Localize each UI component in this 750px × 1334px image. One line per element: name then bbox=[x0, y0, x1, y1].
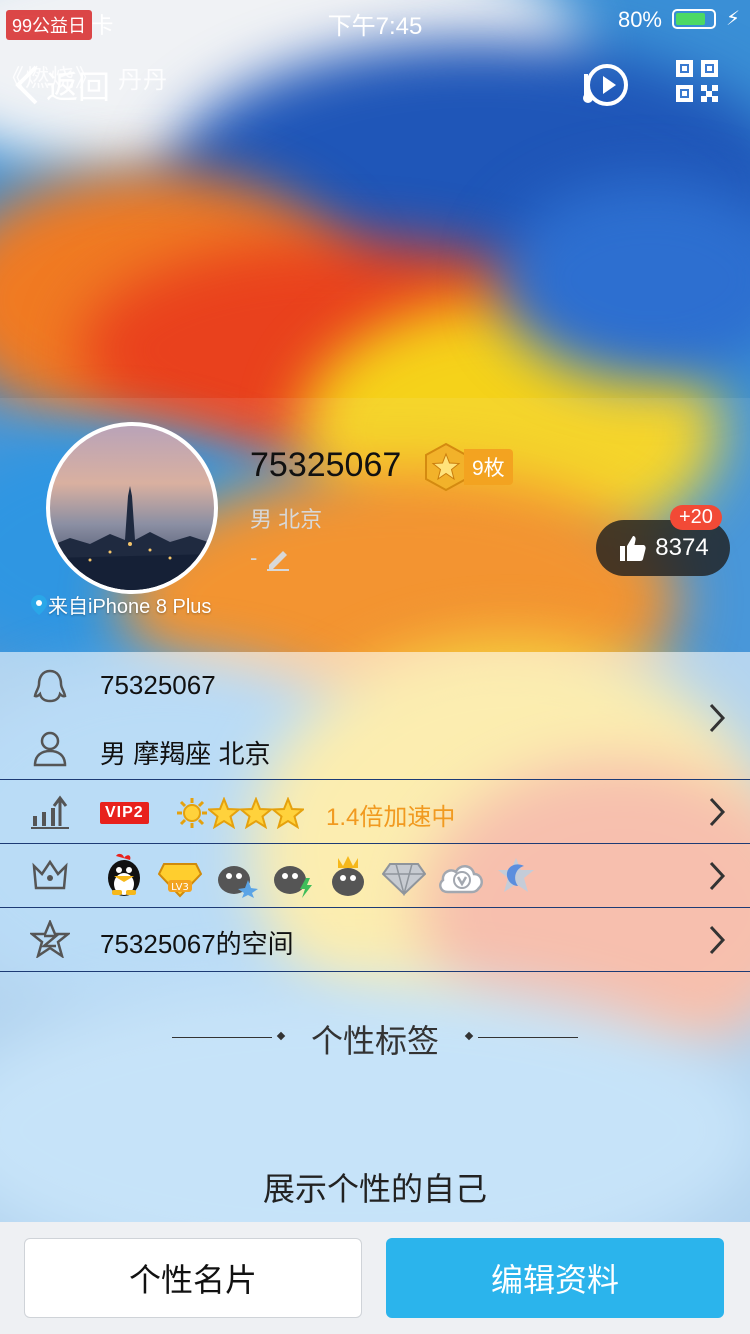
profile-qq-number: 75325067 bbox=[250, 446, 402, 484]
personal-info-text: 男 摩羯座 北京 bbox=[100, 739, 271, 769]
chevron-left-icon bbox=[15, 65, 38, 105]
chevron-right-icon bbox=[709, 797, 726, 827]
qq-penguin-icon bbox=[108, 853, 140, 896]
grey-diamond-icon bbox=[382, 863, 426, 896]
music-player-button[interactable] bbox=[580, 60, 630, 115]
qzone-row[interactable]: 75325067的空间 bbox=[0, 908, 750, 971]
basic-info-row[interactable]: 75325067 男 摩羯座 北京 bbox=[0, 660, 750, 778]
device-text: 来自iPhone 8 Plus bbox=[48, 596, 212, 618]
moon-star-icon bbox=[498, 858, 534, 892]
vip-badge: VIP2 bbox=[100, 802, 149, 824]
star-level-icon bbox=[240, 797, 272, 829]
section-line-right bbox=[478, 1037, 578, 1038]
pencil-icon bbox=[267, 551, 290, 571]
like-increment-badge: +20 bbox=[670, 505, 722, 530]
divider bbox=[0, 971, 750, 972]
grey-penguin-star-icon bbox=[218, 866, 258, 898]
level-chart-icon bbox=[31, 795, 69, 829]
crown-outline-icon bbox=[32, 859, 68, 890]
sun-level-icon bbox=[177, 798, 207, 828]
star-level-icon bbox=[208, 797, 240, 829]
diamond-lv3-icon: LV3 bbox=[158, 863, 202, 898]
device-label: 来自iPhone 8 Plus bbox=[30, 590, 211, 619]
like-count: 8374 bbox=[655, 534, 709, 561]
gender-city: 男 北京 bbox=[250, 507, 323, 532]
status-bar: 无 SIM 卡 99公益日 下午7:45 80% ⚡ bbox=[0, 0, 750, 40]
qr-code-icon bbox=[676, 60, 718, 102]
chevron-right-icon bbox=[709, 861, 726, 891]
star-level-icon bbox=[272, 797, 304, 829]
grey-penguin-bolt-icon bbox=[274, 866, 312, 898]
signature-text: - bbox=[250, 545, 258, 570]
medal-badge[interactable]: 9枚 bbox=[422, 442, 513, 492]
city-skyline-photo bbox=[50, 486, 214, 590]
penguin-outline-icon bbox=[33, 669, 67, 703]
chevron-right-icon bbox=[709, 703, 726, 733]
bottom-action-bar: 个性名片 编辑资料 bbox=[0, 1222, 750, 1334]
cloud-v-icon bbox=[439, 865, 483, 894]
tags-placeholder[interactable]: 展示个性的自己 bbox=[0, 1164, 750, 1210]
battery-icon bbox=[672, 9, 716, 29]
qq-number-text: 75325067 bbox=[100, 670, 216, 700]
edit-profile-button[interactable]: 编辑资料 bbox=[386, 1238, 724, 1318]
medal-star-icon bbox=[425, 442, 467, 492]
music-play-icon bbox=[583, 64, 628, 106]
svg-text:LV3: LV3 bbox=[171, 882, 189, 893]
charging-icon: ⚡ bbox=[725, 8, 740, 30]
chevron-right-icon bbox=[709, 925, 726, 955]
person-outline-icon bbox=[33, 731, 67, 767]
qr-code-button[interactable] bbox=[676, 60, 718, 107]
medal-count: 9枚 bbox=[464, 449, 513, 485]
crowned-penguin-icon bbox=[332, 856, 364, 896]
location-pin-icon bbox=[31, 594, 47, 615]
qzone-text: 75325067的空间 bbox=[100, 929, 294, 959]
personal-card-button[interactable]: 个性名片 bbox=[24, 1238, 362, 1318]
avatar[interactable] bbox=[46, 422, 218, 594]
thumbs-up-icon bbox=[620, 536, 646, 561]
qzone-star-icon bbox=[30, 920, 70, 958]
speed-text: 1.4倍加速中 bbox=[326, 804, 456, 831]
song-artist: 丹丹 bbox=[118, 67, 168, 94]
tags-title: 个性标签 bbox=[310, 1023, 439, 1059]
back-button[interactable]: 返回 bbox=[14, 62, 110, 108]
battery-percent: 80% bbox=[617, 7, 662, 32]
signature-row[interactable]: - bbox=[250, 545, 291, 571]
back-label: 返回 bbox=[46, 69, 111, 105]
